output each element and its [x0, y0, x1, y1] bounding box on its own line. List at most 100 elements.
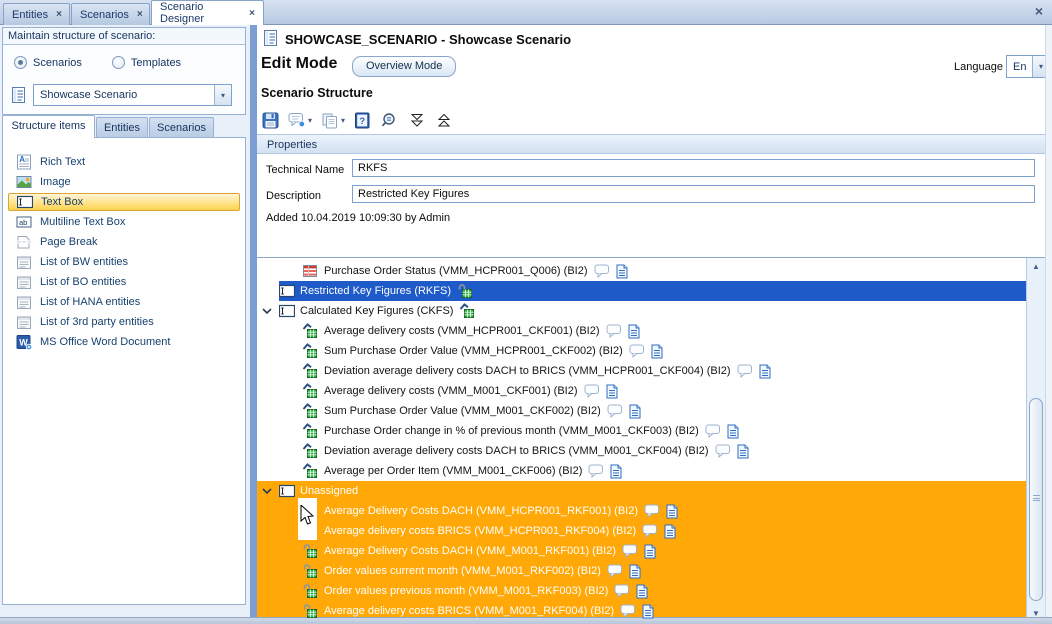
structure-item-list-of-3rd-party-entities[interactable]: List of 3rd party entities [3, 312, 245, 332]
chevron-expander-icon[interactable] [262, 307, 272, 315]
comment-icon[interactable] [607, 404, 623, 418]
structure-item-list-of-bo-entities[interactable]: List of BO entities [3, 272, 245, 292]
document-icon[interactable] [651, 344, 663, 359]
comment-icon[interactable] [588, 464, 604, 478]
scenario-select[interactable]: Showcase Scenario ▾ [33, 84, 232, 106]
document-icon[interactable] [644, 544, 656, 559]
tree-item[interactable]: Calculated Key Figures (CKFS) [257, 301, 1026, 321]
scroll-up-button[interactable]: ▲ [1027, 262, 1045, 271]
document-icon[interactable] [606, 384, 618, 399]
overview-mode-button[interactable]: Overview Mode [352, 56, 456, 77]
structure-item-list-of-bw-entities[interactable]: List of BW entities [3, 252, 245, 272]
document-icon[interactable] [737, 444, 749, 459]
tree-item[interactable]: Order values previous month (VMM_M001_RK… [257, 581, 1026, 601]
tree-item[interactable]: Average Delivery Costs DACH (VMM_HCPR001… [257, 501, 1026, 521]
tree-item[interactable]: Average delivery costs BRICS (VMM_M001_R… [257, 601, 1026, 621]
document-icon[interactable] [666, 504, 678, 519]
comment-icon[interactable] [629, 344, 645, 358]
document-icon[interactable] [610, 464, 622, 479]
comment-icon[interactable] [705, 424, 721, 438]
tree-item[interactable]: Average delivery costs BRICS (VMM_HCPR00… [257, 521, 1026, 541]
description-input[interactable] [352, 185, 1035, 203]
chevron-down-icon[interactable]: ▾ [214, 85, 231, 105]
tab-scenarios[interactable]: Scenarios × [71, 3, 150, 25]
document-icon[interactable] [727, 424, 739, 439]
chevron-expander-icon[interactable] [262, 487, 272, 495]
pages-icon [321, 112, 339, 129]
comment-icon[interactable] [715, 444, 731, 458]
tree-item[interactable]: Restricted Key Figures (RKFS) [257, 281, 1026, 301]
scroll-thumb[interactable] [1029, 398, 1043, 601]
help-button[interactable]: ? [353, 111, 372, 130]
tree-item[interactable]: Unassigned [257, 481, 1026, 501]
comment-icon[interactable] [606, 324, 622, 338]
tree-item[interactable]: Sum Purchase Order Value (VMM_M001_CKF00… [257, 401, 1026, 421]
structure-item-text-box[interactable]: Text Box [8, 193, 240, 211]
tree-item[interactable]: Purchase Order change in % of previous m… [257, 421, 1026, 441]
comment-icon[interactable] [584, 384, 600, 398]
structure-item-list-of-hana-entities[interactable]: List of HANA entities [3, 292, 245, 312]
word-icon: W [16, 334, 32, 350]
structure-item-ms-office-word-document[interactable]: WMS Office Word Document [3, 332, 245, 352]
panel-splitter[interactable] [250, 25, 257, 617]
document-icon[interactable] [664, 524, 676, 539]
preview-button[interactable] [379, 111, 400, 130]
tree-item[interactable]: Deviation average delivery costs DACH to… [257, 441, 1026, 461]
comment-icon[interactable] [614, 584, 630, 598]
chevron-down-icon[interactable]: ▾ [341, 116, 345, 125]
comment-settings-button[interactable]: ▾ [287, 111, 313, 129]
tab-entities[interactable]: Entities × [3, 3, 70, 25]
comment-icon[interactable] [622, 544, 638, 558]
collapse-all-button[interactable] [434, 111, 454, 130]
radio-scenarios[interactable]: Scenarios [14, 56, 82, 69]
tree-item-content: Sum Purchase Order Value (VMM_HCPR001_CK… [324, 341, 663, 361]
save-button[interactable] [261, 111, 280, 130]
window-close-icon[interactable]: × [1035, 3, 1043, 19]
ckf-icon [302, 423, 318, 439]
tree-item[interactable]: Sum Purchase Order Value (VMM_HCPR001_CK… [257, 341, 1026, 361]
radio-templates[interactable]: Templates [112, 56, 181, 69]
comment-icon[interactable] [620, 604, 636, 618]
edit-mode-label: Edit Mode [261, 55, 337, 73]
document-icon[interactable] [636, 584, 648, 599]
language-select[interactable]: En ▾ [1006, 55, 1050, 78]
vertical-scrollbar[interactable]: ▲ ▼ [1026, 258, 1045, 622]
document-icon[interactable] [642, 604, 654, 619]
structure-item-image[interactable]: Image [3, 172, 245, 192]
comment-icon[interactable] [607, 564, 623, 578]
tree-item[interactable]: Average delivery costs (VMM_M001_CKF001)… [257, 381, 1026, 401]
structure-item-multiline-text-box[interactable]: abMultiline Text Box [3, 212, 245, 232]
comment-icon[interactable] [642, 524, 658, 538]
tree-item[interactable]: Average per Order Item (VMM_M001_CKF006)… [257, 461, 1026, 481]
tree-item-content: Average delivery costs BRICS (VMM_HCPR00… [324, 521, 676, 541]
comment-icon[interactable] [737, 364, 753, 378]
chevron-down-icon[interactable]: ▾ [308, 116, 312, 125]
expand-all-button[interactable] [407, 111, 427, 130]
tree-item[interactable]: Average Delivery Costs DACH (VMM_M001_RK… [257, 541, 1026, 561]
tree-item[interactable]: Average delivery costs (VMM_HCPR001_CKF0… [257, 321, 1026, 341]
document-icon[interactable] [616, 264, 628, 279]
image-icon [16, 174, 32, 190]
tab-close-icon[interactable]: × [249, 8, 255, 19]
top-tab-bar: Entities × Scenarios × Scenario Designer… [0, 0, 1052, 25]
document-icon[interactable] [629, 564, 641, 579]
document-icon[interactable] [629, 404, 641, 419]
tab-structure-items[interactable]: Structure items [2, 115, 95, 138]
comment-icon[interactable] [644, 504, 660, 518]
tab-close-icon[interactable]: × [137, 9, 143, 20]
document-icon[interactable] [759, 364, 771, 379]
tab-close-icon[interactable]: × [56, 9, 62, 20]
structure-item-rich-text[interactable]: ARich Text [3, 152, 245, 172]
structure-item-page-break[interactable]: Page Break [3, 232, 245, 252]
multiline-icon: ab [16, 215, 32, 229]
tree-item[interactable]: Deviation average delivery costs DACH to… [257, 361, 1026, 381]
tab-scenarios-left[interactable]: Scenarios [149, 117, 214, 138]
technical-name-input[interactable] [352, 159, 1035, 177]
comment-icon[interactable] [594, 264, 610, 278]
tab-scenario-designer[interactable]: Scenario Designer × [151, 0, 264, 25]
document-icon[interactable] [628, 324, 640, 339]
tree-item[interactable]: Order values current month (VMM_M001_RKF… [257, 561, 1026, 581]
tab-entities-left[interactable]: Entities [96, 117, 148, 138]
copy-button[interactable]: ▾ [320, 111, 346, 130]
tree-item[interactable]: Purchase Order Status (VMM_HCPR001_Q006)… [257, 261, 1026, 281]
